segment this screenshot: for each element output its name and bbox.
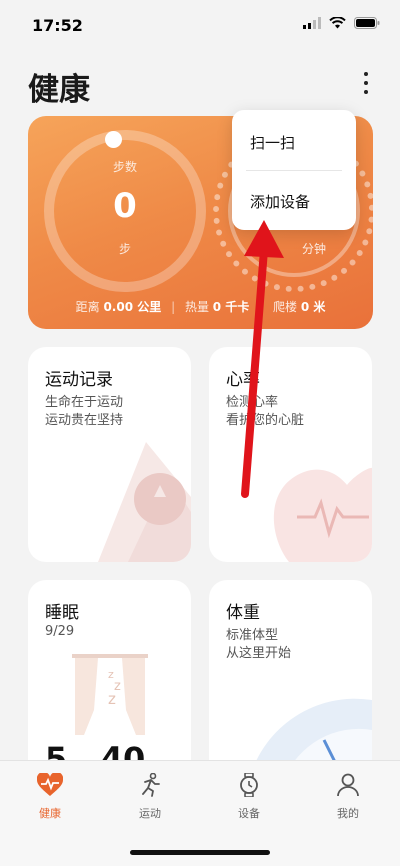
menu-divider <box>246 170 342 171</box>
exercise-record-card[interactable]: 运动记录 生命在于运动 运动贵在坚持 <box>28 347 191 562</box>
nav-tab-mine[interactable]: 我的 <box>318 773 378 821</box>
menu-item-scan[interactable]: 扫一扫 <box>250 132 295 153</box>
steps-unit: 步 <box>118 242 131 256</box>
floors-label: 爬楼 <box>273 300 298 314</box>
nav-label: 健康 <box>39 807 61 820</box>
more-options-menu: 扫一扫 添加设备 <box>232 110 356 230</box>
menu-item-add-device[interactable]: 添加设备 <box>250 191 310 212</box>
person-icon <box>337 773 359 797</box>
sleep-card[interactable]: 睡眠 9/29 z z z 5 40 <box>28 580 191 780</box>
nav-tab-device[interactable]: 设备 <box>219 772 279 821</box>
wifi-icon <box>329 17 346 29</box>
signal-icon <box>303 17 321 29</box>
nav-label: 运动 <box>139 807 161 820</box>
status-bar: 17:52 <box>0 0 400 50</box>
distance-label: 距离 <box>75 300 100 314</box>
heart-rate-card[interactable]: 心率 检测心率 看护您的心脏 <box>209 347 372 562</box>
nav-tab-health[interactable]: 健康 <box>20 771 80 821</box>
battery-icon <box>354 17 380 29</box>
nav-label: 设备 <box>238 807 260 820</box>
stats-separator: | <box>259 300 264 314</box>
nav-tab-exercise[interactable]: 运动 <box>120 772 180 821</box>
steps-label: 步数 <box>112 160 137 174</box>
floors-value: 0 米 <box>300 300 326 314</box>
heart-pulse-icon <box>36 771 64 796</box>
running-person-icon <box>142 772 160 797</box>
steps-value: 0 <box>113 186 137 226</box>
stats-separator: | <box>171 300 176 314</box>
home-indicator <box>130 850 270 855</box>
svg-text:z: z <box>108 690 116 708</box>
weight-card[interactable]: 体重 标准体型 从这里开始 <box>209 580 372 780</box>
watch-icon <box>240 772 258 798</box>
nav-label: 我的 <box>337 807 359 820</box>
hero-stats: 距离 0.00 公里 | 热量 0 千卡 | 爬楼 0 米 <box>28 298 373 315</box>
exercise-illustration <box>98 442 191 562</box>
calories-label: 热量 <box>184 300 209 314</box>
distance-value: 0.00 公里 <box>103 300 162 314</box>
minutes-label: 分钟 <box>302 242 327 256</box>
steps-ring-marker <box>105 131 122 148</box>
heart-illustration <box>273 467 372 562</box>
weight-gauge-illustration <box>249 698 372 780</box>
calories-value: 0 千卡 <box>212 300 250 314</box>
status-icons <box>303 17 380 29</box>
status-time: 17:52 <box>32 16 83 35</box>
page-title: 健康 <box>28 72 90 108</box>
more-options-button[interactable] <box>354 68 378 98</box>
